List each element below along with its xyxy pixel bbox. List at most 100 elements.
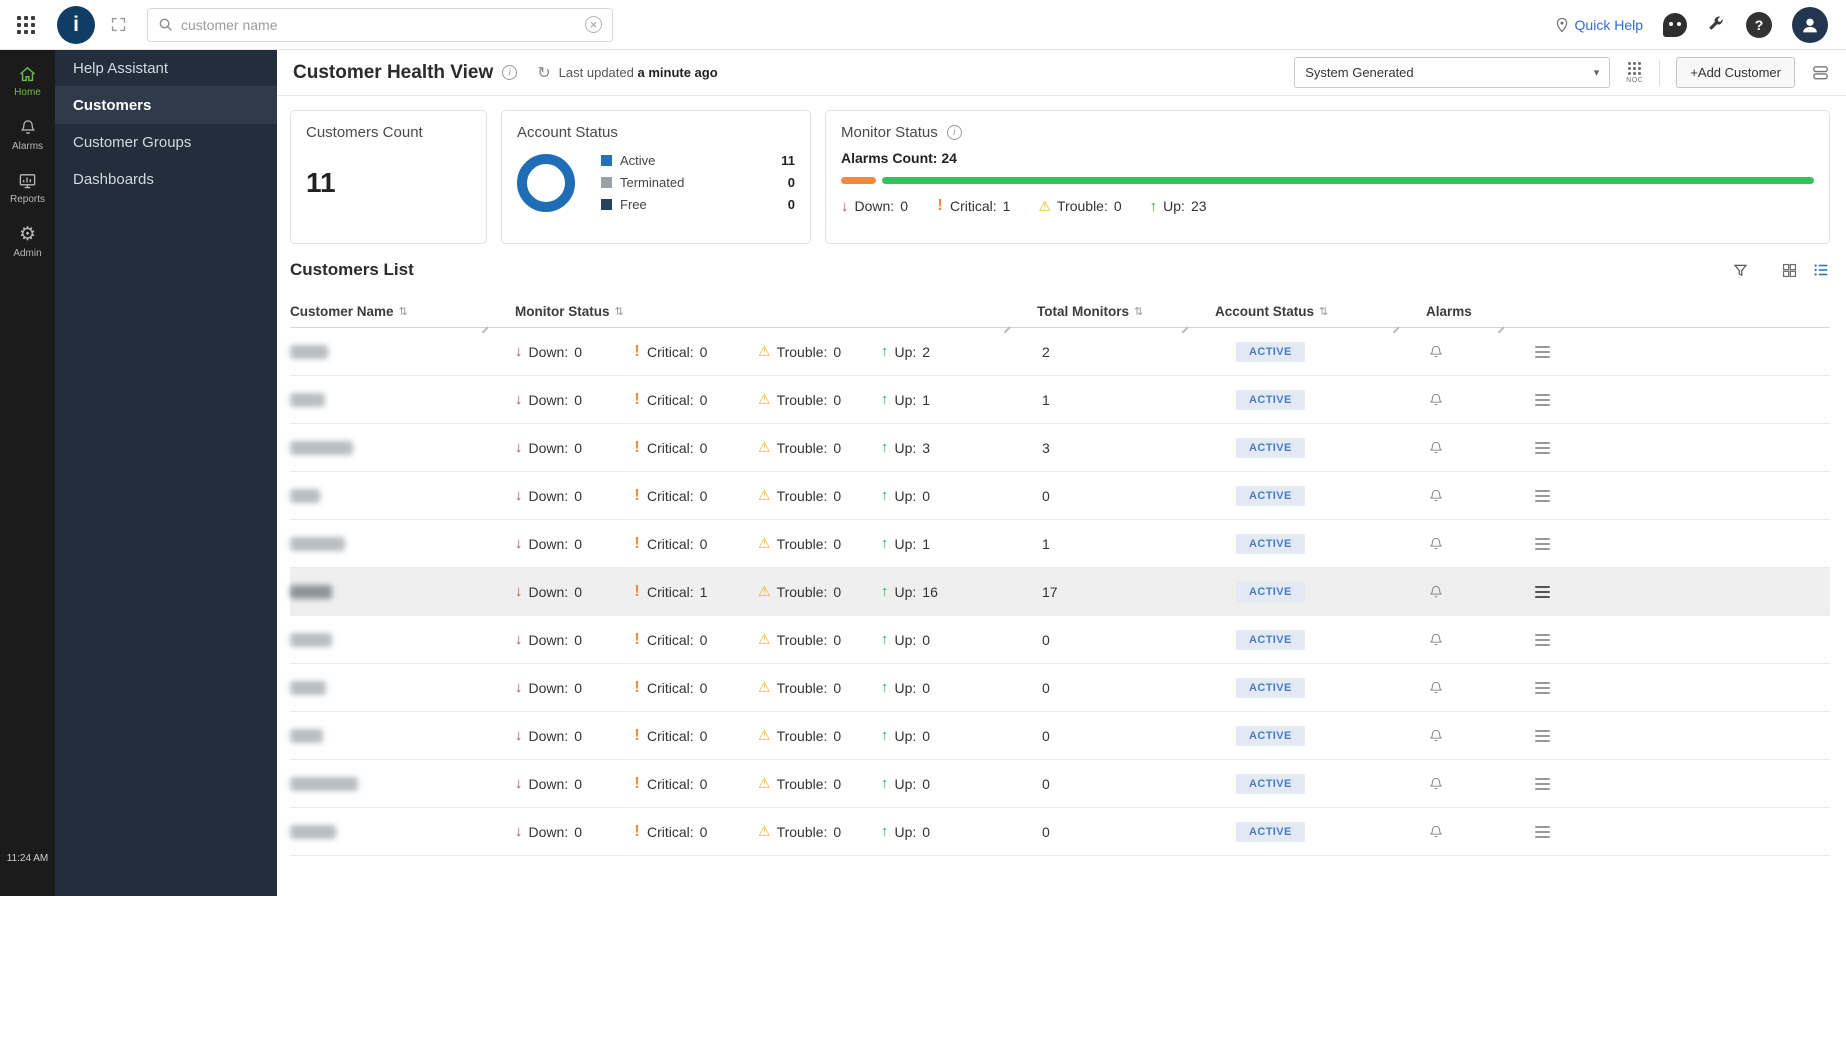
sidebar-item-customer-groups[interactable]: Customer Groups [55,124,277,161]
panel-toggle-icon[interactable] [1811,63,1830,82]
alarm-bell-icon[interactable] [1428,632,1444,648]
legend-item: Active 11 [601,153,795,168]
critical-cell: ! Critical: 0 [634,486,708,504]
table-row[interactable]: ↓ Down: 0 ! Critical: 0 ⚠ Trouble: 0 ↑ Up: 1 1 A… [290,520,1830,568]
info-icon[interactable]: i [502,65,518,80]
total-monitors-value: 0 [1042,487,1050,504]
customer-name-blurred [290,728,323,743]
table-row[interactable]: ↓ Down: 0 ! Critical: 0 ⚠ Trouble: 0 ↑ Up: 0 0 A… [290,712,1830,760]
row-menu-icon[interactable] [1535,489,1550,502]
down-cell: ↓ Down: 0 [515,343,582,360]
alarm-bell-icon[interactable] [1428,776,1444,792]
account-status-badge: ACTIVE [1236,677,1305,698]
quick-help-link[interactable]: Quick Help [1555,17,1643,33]
critical-cell: ! Critical: 0 [634,342,708,360]
alarm-bell-icon[interactable] [1428,488,1444,504]
sidebar-item-help-assistant[interactable]: Help Assistant [55,50,277,87]
assistant-icon[interactable] [1663,12,1687,37]
critical-cell: ! Critical: 0 [634,390,708,408]
apps-grid-icon[interactable] [17,15,35,34]
table-row[interactable]: ↓ Down: 0 ! Critical: 1 ⚠ Trouble: 0 ↑ Up: 16 17… [290,568,1830,616]
table-row[interactable]: ↓ Down: 0 ! Critical: 0 ⚠ Trouble: 0 ↑ Up: 0 0 A… [290,760,1830,808]
alarm-bell-icon[interactable] [1428,536,1444,552]
alarm-bell-icon[interactable] [1428,680,1444,696]
alarm-bell-icon[interactable] [1428,344,1444,360]
row-menu-icon[interactable] [1535,681,1550,694]
row-menu-icon[interactable] [1535,633,1550,646]
rail-item-home[interactable]: Home [0,65,55,98]
reports-icon [19,174,36,189]
filter-icon[interactable] [1732,262,1749,279]
rail-item-alarms[interactable]: Alarms [0,118,55,152]
alarm-bell-icon[interactable] [1428,584,1444,600]
critical-icon: ! [634,390,640,408]
view-selector-dropdown[interactable]: System Generated ▾ [1294,57,1611,88]
row-menu-icon[interactable] [1535,537,1550,550]
sidebar-item-customers[interactable]: Customers [55,87,277,124]
table-row[interactable]: ↓ Down: 0 ! Critical: 0 ⚠ Trouble: 0 ↑ Up: 2 2 A… [290,328,1830,376]
row-menu-icon[interactable] [1535,729,1550,742]
up-cell: ↑ Up: 3 [881,439,931,456]
info-icon[interactable]: i [946,125,962,140]
column-alarms[interactable]: Alarms [1426,295,1531,327]
down-arrow-icon: ↓ [515,775,523,792]
clear-search-icon[interactable]: × [585,16,602,33]
sort-icon: ⇅ [398,305,408,318]
rail-item-admin[interactable]: ⚙ Admin [0,225,55,259]
row-menu-icon[interactable] [1535,585,1550,598]
expand-fullscreen-icon[interactable] [110,16,127,33]
column-customer-name[interactable]: Customer Name ⇅ [290,295,515,327]
down-cell: ↓ Down: 0 [515,391,582,408]
user-avatar[interactable] [1792,6,1828,43]
alarm-bell-icon[interactable] [1428,392,1444,408]
alarm-bell-icon[interactable] [1428,728,1444,744]
trouble-cell: ⚠ Trouble: 0 [758,391,842,408]
alarm-bell-icon[interactable] [1428,824,1444,840]
row-menu-icon[interactable] [1535,825,1550,838]
legend-color-swatch [601,177,612,188]
trouble-warning-icon: ⚠ [758,727,771,743]
table-row[interactable]: ↓ Down: 0 ! Critical: 0 ⚠ Trouble: 0 ↑ Up: 3 3 A… [290,424,1830,472]
column-account-status[interactable]: Account Status ⇅ [1215,295,1426,327]
column-monitor-status[interactable]: Monitor Status ⇅ [515,295,1037,327]
table-row[interactable]: ↓ Down: 0 ! Critical: 0 ⚠ Trouble: 0 ↑ Up: 0 0 A… [290,472,1830,520]
column-total-monitors[interactable]: Total Monitors ⇅ [1037,295,1215,327]
alarm-bell-icon[interactable] [1428,440,1444,456]
legend-value: 11 [781,153,795,168]
help-icon[interactable]: ? [1746,11,1772,38]
row-menu-icon[interactable] [1535,345,1550,358]
noc-view-icon[interactable]: NOC [1626,61,1643,84]
rail-item-reports[interactable]: Reports [0,172,55,205]
row-menu-icon[interactable] [1535,777,1550,790]
table-row[interactable]: ↓ Down: 0 ! Critical: 0 ⚠ Trouble: 0 ↑ Up: 0 0 A… [290,808,1830,856]
wrench-icon[interactable] [1707,15,1726,34]
card-title: Account Status [517,124,618,141]
search-input[interactable] [181,16,577,33]
table-row[interactable]: ↓ Down: 0 ! Critical: 0 ⚠ Trouble: 0 ↑ Up: 0 0 A… [290,664,1830,712]
table-row[interactable]: ↓ Down: 0 ! Critical: 0 ⚠ Trouble: 0 ↑ Up: 1 1 A… [290,376,1830,424]
grid-view-icon[interactable] [1781,262,1798,279]
up-arrow-icon: ↑ [881,727,889,744]
trouble-cell: ⚠ Trouble: 0 [758,631,842,648]
row-menu-icon[interactable] [1535,393,1550,406]
top-bar: i × Quick Help ? [0,0,1846,50]
up-bar-segment [882,177,1814,184]
table-row[interactable]: ↓ Down: 0 ! Critical: 0 ⚠ Trouble: 0 ↑ Up: 0 0 A… [290,616,1830,664]
alarms-count: Alarms Count: 24 [841,150,957,166]
up-cell: ↑ Up: 0 [881,727,931,744]
up-cell: ↑ Up: 0 [881,487,931,504]
left-rail: Home Alarms Reports ⚙ Admin 11:24 AM [0,50,55,896]
trouble-warning-icon: ⚠ [1038,197,1052,214]
customers-list-section: Customers List Customer Name ⇅ Monitor St… [277,244,1846,896]
list-view-icon[interactable] [1812,261,1830,279]
trouble-cell: ⚠ Trouble: 0 [758,343,842,360]
account-status-badge: ACTIVE [1236,437,1305,458]
sidebar-item-dashboards[interactable]: Dashboards [55,161,277,198]
refresh-icon[interactable]: ↻ [537,63,550,83]
down-arrow-icon: ↓ [515,679,523,696]
trouble-warning-icon: ⚠ [758,583,771,599]
add-customer-button[interactable]: +Add Customer [1676,57,1795,88]
app-logo[interactable]: i [57,5,95,44]
row-menu-icon[interactable] [1535,441,1550,454]
down-arrow-icon: ↓ [515,391,523,408]
